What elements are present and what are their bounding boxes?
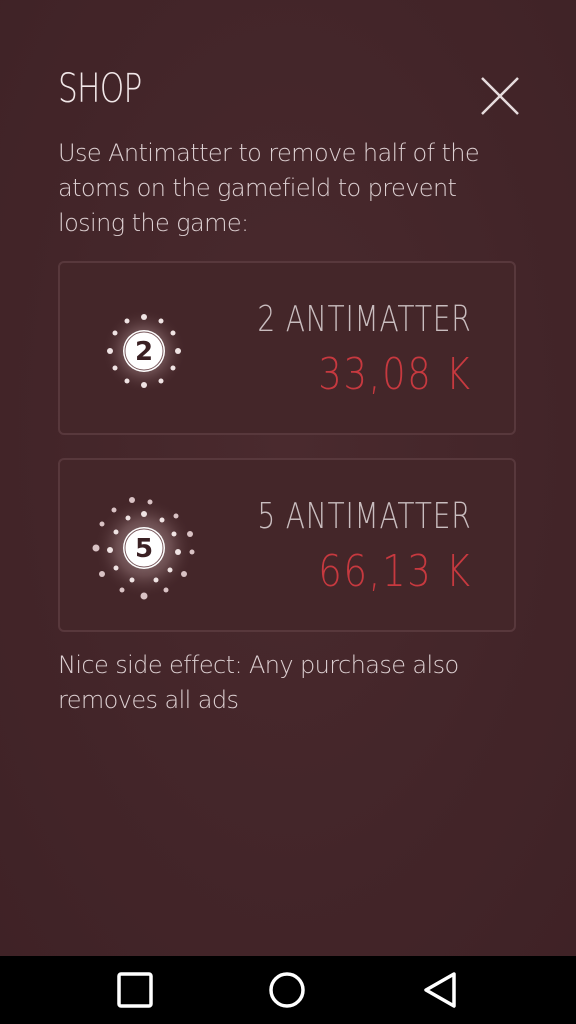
product-price: 66,13 K xyxy=(318,546,472,597)
product-label: 5 ANTIMATTER xyxy=(257,496,472,537)
android-navigation-bar xyxy=(0,956,576,1024)
product-price: 33,08 K xyxy=(318,349,472,400)
shop-description: Use Antimatter to remove half of the ato… xyxy=(58,139,480,237)
atom-count-label: 5 xyxy=(135,534,153,564)
recents-square-icon xyxy=(117,972,153,1008)
home-button[interactable] xyxy=(267,970,307,1010)
atom-icon: 2 xyxy=(84,293,204,413)
shop-screen: SHOP Use Antimatter to remove half of th… xyxy=(0,0,576,956)
product-2-antimatter[interactable]: 2 2 ANTIMATTER 33,08 K xyxy=(58,261,516,435)
atom-count-label: 2 xyxy=(135,337,153,367)
atom-icon: 5 xyxy=(84,490,204,610)
close-icon xyxy=(481,77,519,115)
back-button[interactable] xyxy=(420,970,460,1010)
product-label: 2 ANTIMATTER xyxy=(257,299,472,340)
home-circle-icon xyxy=(269,972,305,1008)
shop-footnote: Nice side effect: Any purchase also remo… xyxy=(58,651,459,714)
back-triangle-icon xyxy=(424,972,456,1008)
recents-button[interactable] xyxy=(115,970,155,1010)
product-5-antimatter[interactable]: 5 5 ANTIMATTER 66,13 K xyxy=(58,458,516,632)
close-button[interactable] xyxy=(478,74,522,118)
page-title: SHOP xyxy=(58,66,142,112)
